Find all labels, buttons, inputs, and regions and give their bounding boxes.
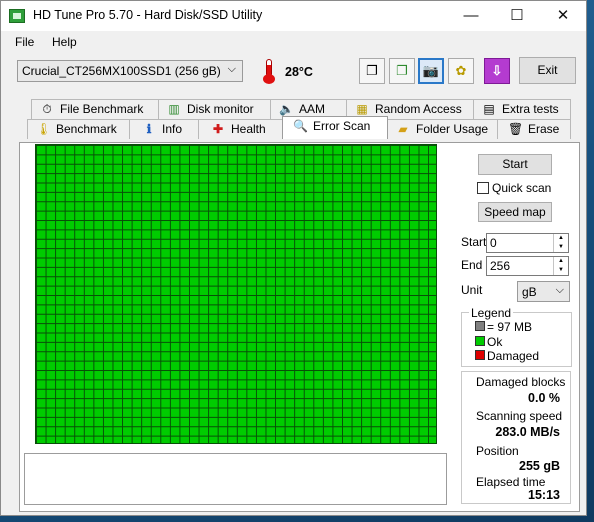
- damaged-swatch: [475, 350, 485, 360]
- options-button[interactable]: ✿: [448, 58, 474, 84]
- copy-text-icon: ❐: [366, 63, 378, 78]
- legend-title: Legend: [469, 306, 514, 320]
- position-label: Position: [476, 444, 519, 458]
- app-icon: [9, 9, 25, 23]
- maximize-button[interactable]: ☐: [494, 1, 540, 31]
- copy-info-icon: ❐: [396, 63, 408, 78]
- screenshot-button[interactable]: 📷: [418, 58, 444, 84]
- chevron-down-icon: ⌵: [555, 284, 564, 296]
- wrench-icon: ✿: [455, 63, 467, 78]
- unit-value: gB: [522, 285, 537, 299]
- legend-block-row: = 97 MB: [475, 320, 532, 334]
- end-value: 256: [490, 259, 511, 273]
- tab-folder-usage[interactable]: ▰ Folder Usage: [387, 119, 498, 139]
- trash-icon: 🗑: [508, 122, 524, 136]
- menu-bar: File Help: [1, 32, 586, 52]
- speed-map-button[interactable]: Speed map: [478, 202, 552, 222]
- minimize-button[interactable]: —: [448, 1, 494, 31]
- start-label: Start: [461, 235, 487, 249]
- spin-down-icon[interactable]: ▼: [554, 243, 568, 252]
- chart-icon: ▥: [168, 102, 180, 116]
- tab-extra-tests[interactable]: ▤ Extra tests: [473, 99, 571, 119]
- stats-box: Damaged blocks 0.0 % Scanning speed 283.…: [461, 371, 571, 504]
- legend-damaged-row: Damaged: [475, 349, 539, 363]
- temperature-readout: 28°C: [285, 65, 313, 79]
- benchmark-icon: 🌡: [36, 122, 52, 136]
- tab-disk-monitor[interactable]: ▥ Disk monitor: [158, 99, 271, 119]
- quick-scan-checkbox[interactable]: [477, 182, 489, 194]
- title-bar: HD Tune Pro 5.70 - Hard Disk/SSD Utility…: [1, 1, 586, 31]
- copy-info-button[interactable]: ❐: [389, 58, 415, 84]
- tab-erase[interactable]: 🗑 Erase: [497, 119, 571, 139]
- end-spinner[interactable]: 256 ▲ ▼: [486, 256, 569, 276]
- damaged-blocks-label: Damaged blocks: [476, 375, 566, 389]
- tab-info[interactable]: ℹ Info: [129, 119, 199, 139]
- copy-text-button[interactable]: ❐: [359, 58, 385, 84]
- info-icon: ℹ: [146, 122, 152, 136]
- health-cross-icon: ✚: [212, 122, 224, 136]
- unit-label: Unit: [461, 283, 483, 297]
- window-title: HD Tune Pro 5.70 - Hard Disk/SSD Utility: [33, 8, 263, 22]
- end-label: End: [461, 258, 483, 272]
- tab-error-scan[interactable]: 🔍 Error Scan: [282, 116, 388, 139]
- legend-box: Legend = 97 MB Ok Damaged: [461, 306, 572, 367]
- legend-ok-row: Ok: [475, 335, 502, 349]
- grid-icon: ▤: [483, 102, 495, 116]
- ok-swatch: [475, 336, 485, 346]
- damaged-blocks-value: 0.0 %: [528, 391, 560, 405]
- camera-icon: 📷: [422, 63, 440, 78]
- tab-strip: ⏱ File Benchmark ▥ Disk monitor 🔈 AAM ▦ Rand…: [27, 99, 575, 143]
- drive-select-value: Crucial_CT256MX100SSD1 (256 gB): [22, 64, 221, 78]
- exit-button[interactable]: Exit: [519, 57, 576, 84]
- start-value: 0: [490, 236, 497, 250]
- spin-up-icon[interactable]: ▲: [554, 234, 568, 243]
- tab-benchmark[interactable]: 🌡 Benchmark: [27, 119, 130, 139]
- elapsed-time-label: Elapsed time: [476, 475, 546, 489]
- scanning-speed-value: 283.0 MB/s: [495, 425, 560, 439]
- thermometer-icon: [260, 59, 278, 84]
- quick-scan-label: Quick scan: [492, 181, 552, 195]
- folder-icon: ▰: [398, 122, 408, 136]
- tab-health[interactable]: ✚ Health: [198, 119, 283, 139]
- scanning-speed-label: Scanning speed: [476, 409, 563, 423]
- app-window: HD Tune Pro 5.70 - Hard Disk/SSD Utility…: [0, 0, 587, 516]
- elapsed-time-value: 15:13: [528, 488, 560, 502]
- spin-down-icon[interactable]: ▼: [554, 266, 568, 275]
- position-value: 255 gB: [519, 459, 560, 473]
- start-button[interactable]: Start: [478, 154, 552, 175]
- save-button[interactable]: ⇩: [484, 58, 510, 84]
- chevron-down-icon: ⌵: [227, 63, 236, 75]
- spin-up-icon[interactable]: ▲: [554, 257, 568, 266]
- tab-file-benchmark[interactable]: ⏱ File Benchmark: [31, 99, 159, 119]
- menu-help[interactable]: Help: [52, 35, 77, 49]
- unit-select[interactable]: gB ⌵: [517, 281, 570, 302]
- start-spinner[interactable]: 0 ▲ ▼: [486, 233, 569, 253]
- block-map-grid: [35, 144, 437, 444]
- magnifier-icon: 🔍: [293, 119, 308, 133]
- close-button[interactable]: ✕: [540, 1, 586, 31]
- toolbar: Crucial_CT256MX100SSD1 (256 gB) ⌵ 28°C ❐…: [1, 53, 586, 91]
- scan-log-box: [24, 453, 447, 505]
- download-arrow-icon: ⇩: [491, 63, 503, 78]
- drive-select[interactable]: Crucial_CT256MX100SSD1 (256 gB) ⌵: [17, 60, 243, 82]
- menu-file[interactable]: File: [15, 35, 34, 49]
- stopwatch-icon: ⏱: [42, 102, 52, 116]
- block-swatch: [475, 321, 485, 331]
